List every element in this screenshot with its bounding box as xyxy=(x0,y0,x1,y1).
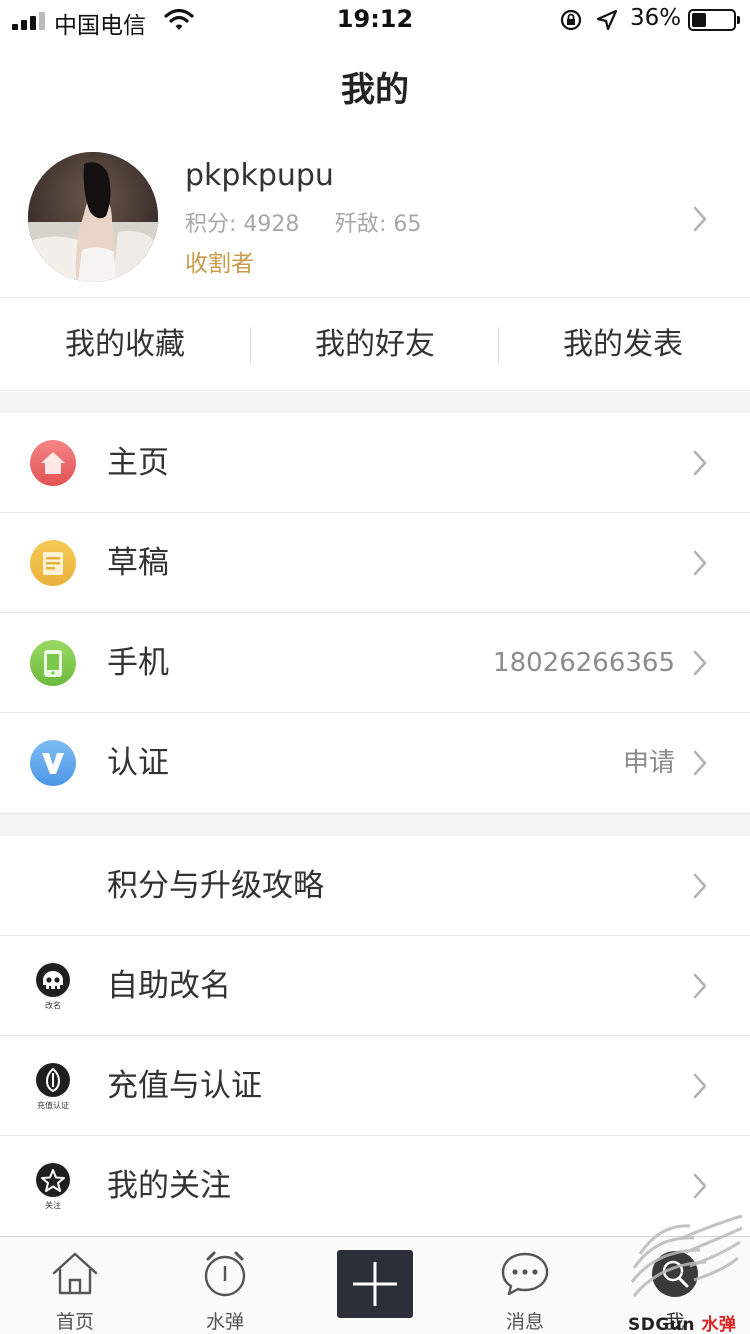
profile-card[interactable]: pkpkpupu 积分: 4928 歼敌: 65 收割者 xyxy=(0,140,750,298)
location-arrow-icon xyxy=(596,9,618,31)
plus-icon xyxy=(353,1262,397,1306)
battery-icon xyxy=(688,9,740,31)
menu-item-rename[interactable]: 改名 自助改名 xyxy=(0,936,750,1036)
badge-caption: 关注 xyxy=(45,1201,61,1210)
tab-my-posts[interactable]: 我的发表 xyxy=(498,299,748,391)
verify-icon xyxy=(30,740,76,786)
apply-label: 申请 xyxy=(622,748,675,778)
status-bar: 中国电信 19:12 36% xyxy=(0,0,750,40)
username: pkpkpupu xyxy=(185,158,334,193)
chevron-right-icon xyxy=(692,1173,708,1199)
chevron-right-icon xyxy=(692,550,708,576)
menu-item-phone[interactable]: 手机 18026266365 xyxy=(0,613,750,713)
tab-label: 消息 xyxy=(505,1311,544,1333)
rotation-lock-icon xyxy=(560,9,582,31)
tab-messages[interactable]: 消息 xyxy=(450,1237,600,1334)
menu-item-homepage[interactable]: 主页 xyxy=(0,413,750,513)
chevron-right-icon xyxy=(692,206,708,232)
chevron-right-icon xyxy=(692,450,708,476)
menu-item-verification[interactable]: 认证 申请 xyxy=(0,713,750,813)
battery-percent: 36% xyxy=(630,5,682,31)
menu-item-recharge[interactable]: 充值认证 充值与认证 xyxy=(0,1036,750,1136)
tab-my-friends[interactable]: 我的好友 xyxy=(250,299,500,391)
score-label: 积分: 4928 xyxy=(185,212,300,237)
menu-item-label: 主页 xyxy=(107,445,169,481)
menu-item-label: 手机 xyxy=(107,645,169,681)
page-title: 我的 xyxy=(341,70,409,110)
draft-icon xyxy=(30,540,76,586)
menu-item-drafts[interactable]: 草稿 xyxy=(0,513,750,613)
home-outline-icon xyxy=(50,1249,100,1299)
chat-bubble-icon xyxy=(500,1249,550,1299)
phone-icon xyxy=(30,640,76,686)
tab-label: 水弹 xyxy=(205,1311,244,1333)
menu-item-label: 充值与认证 xyxy=(107,1068,262,1104)
bullet-icon: 充值认证 xyxy=(33,1062,73,1110)
skull-icon: 改名 xyxy=(33,962,73,1010)
tab-water-bullet[interactable]: 水弹 xyxy=(150,1237,300,1334)
chevron-right-icon xyxy=(692,650,708,676)
menu-item-label: 我的关注 xyxy=(107,1168,231,1204)
phone-number: 18026266365 xyxy=(493,648,675,678)
section-gap xyxy=(0,392,750,413)
badge-caption: 改名 xyxy=(45,1001,61,1010)
watermark-text-b: 水弹 xyxy=(701,1315,737,1334)
menu-item-label: 认证 xyxy=(107,745,169,781)
section-gap xyxy=(0,813,750,836)
menu-item-label: 自助改名 xyxy=(107,968,231,1004)
menu-item-label: 积分与升级攻略 xyxy=(107,868,324,904)
watermark-text: SDGun 水弹 xyxy=(628,1310,736,1334)
tab-label: 首页 xyxy=(55,1311,94,1333)
badge-caption: 充值认证 xyxy=(37,1101,69,1110)
alarm-clock-icon xyxy=(200,1249,250,1299)
star-icon: 关注 xyxy=(33,1162,73,1210)
quick-tabs: 我的收藏 我的好友 我的发表 xyxy=(0,299,750,391)
chevron-right-icon xyxy=(692,873,708,899)
menu-item-points-guide[interactable]: 积分与升级攻略 xyxy=(0,836,750,936)
menu-item-label: 草稿 xyxy=(107,545,169,581)
compose-button[interactable] xyxy=(337,1250,413,1318)
chevron-right-icon xyxy=(692,1073,708,1099)
chevron-right-icon xyxy=(692,973,708,999)
tab-home[interactable]: 首页 xyxy=(0,1237,150,1334)
home-icon xyxy=(30,440,76,486)
watermark-text-a: SDGun xyxy=(628,1315,696,1334)
kills-label: 歼敌: 65 xyxy=(335,212,422,237)
chevron-right-icon xyxy=(692,750,708,776)
tab-my-favorites[interactable]: 我的收藏 xyxy=(0,299,250,391)
avatar[interactable] xyxy=(28,152,158,282)
rank-label: 收割者 xyxy=(185,251,254,277)
